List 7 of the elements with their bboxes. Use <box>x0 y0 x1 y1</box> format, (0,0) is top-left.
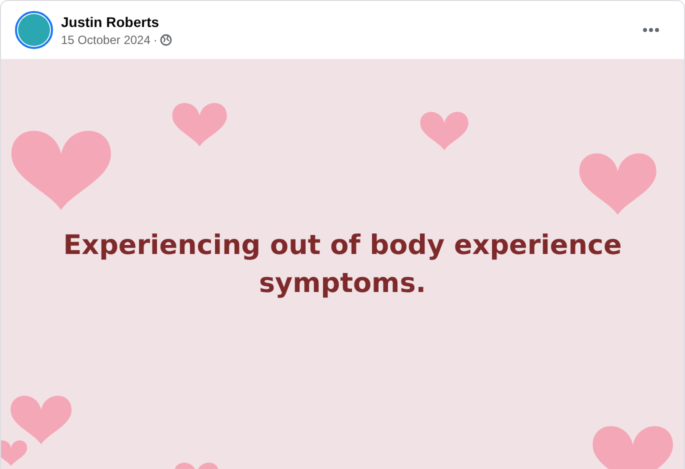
globe-icon <box>160 34 172 46</box>
post-text: Experiencing out of body experience symptoms. <box>62 228 622 300</box>
post-date[interactable]: 15 October 2024 <box>61 32 150 46</box>
more-options-icon[interactable] <box>642 27 660 33</box>
author-name[interactable]: Justin Roberts <box>61 14 634 30</box>
avatar[interactable] <box>15 11 53 49</box>
separator: · <box>153 32 158 46</box>
